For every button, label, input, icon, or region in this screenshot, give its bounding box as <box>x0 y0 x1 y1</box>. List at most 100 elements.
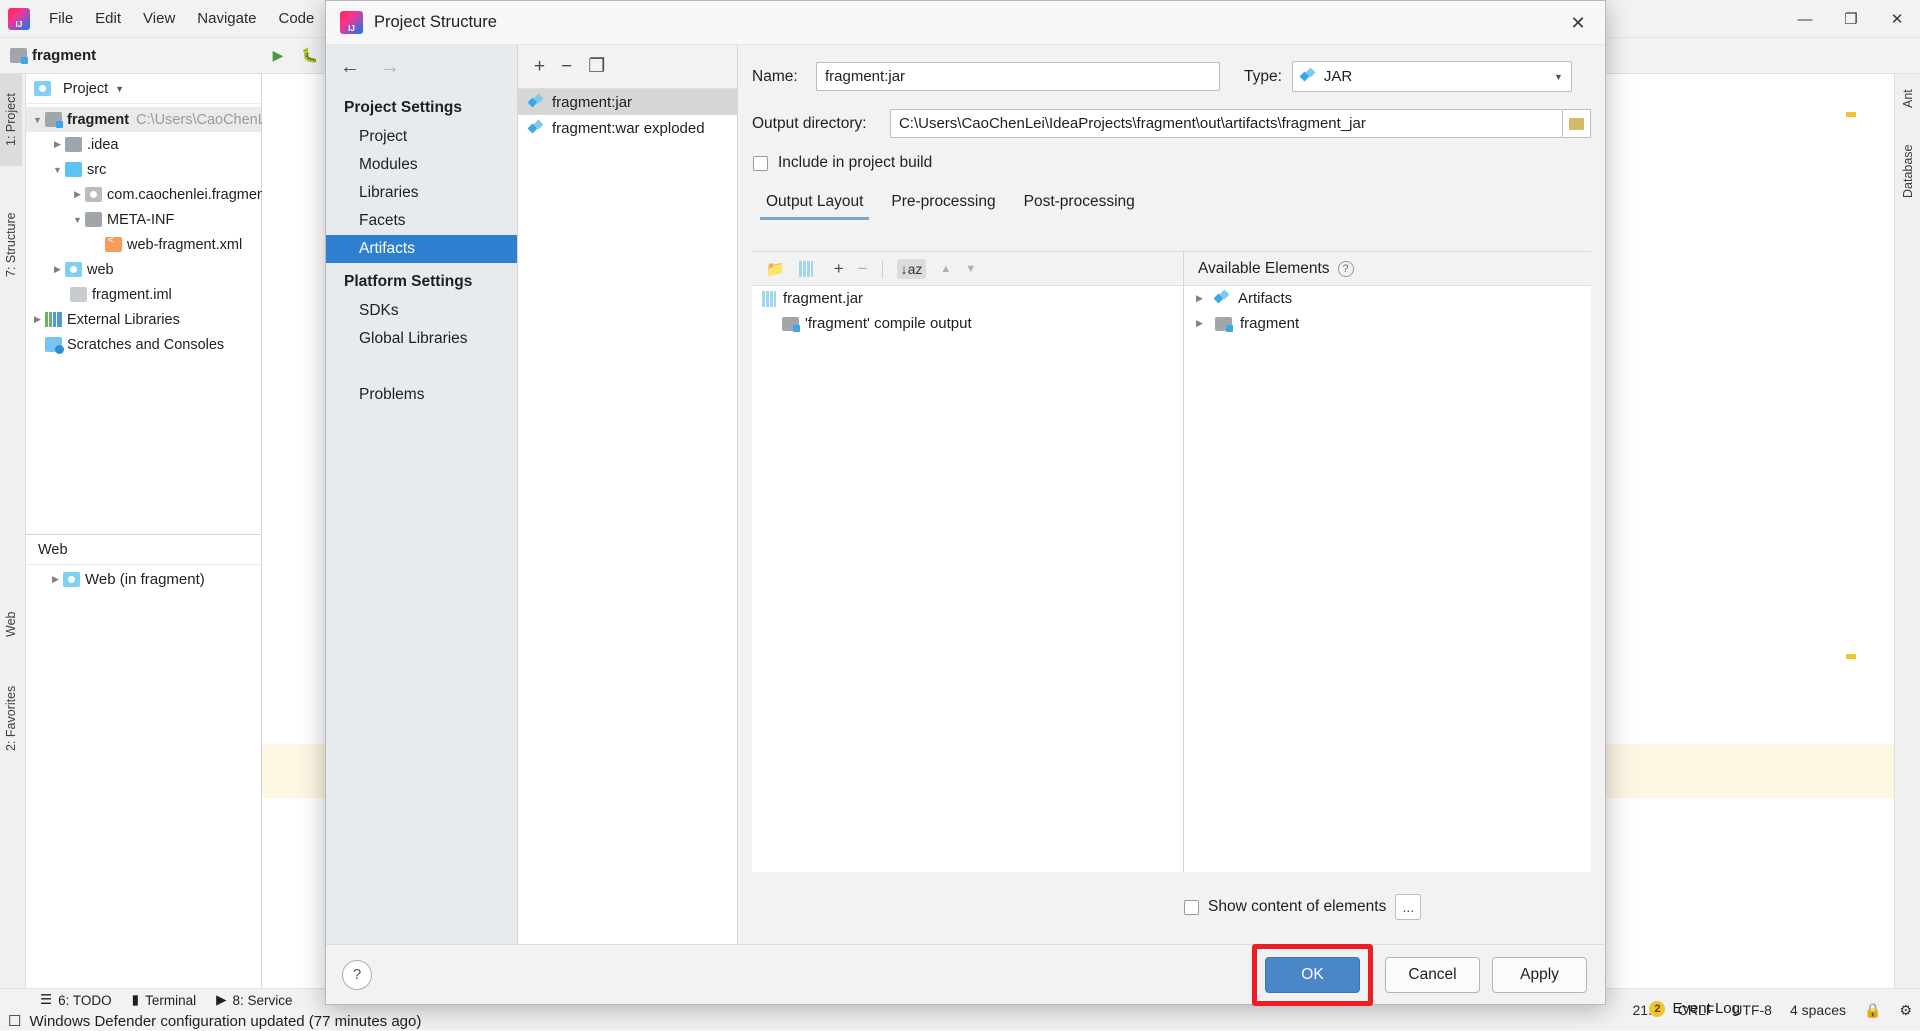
expand-arrow-icon[interactable]: ▶ <box>50 139 65 150</box>
tree-row-web[interactable]: ▶ web <box>26 257 261 282</box>
output-tree-row-jar[interactable]: fragment.jar <box>752 286 1183 311</box>
show-content-options-button[interactable]: ... <box>1395 894 1422 920</box>
dialog-close-button[interactable]: ✕ <box>1551 1 1605 45</box>
move-up-icon[interactable]: ▲ <box>940 263 951 275</box>
inspections-icon[interactable]: ⚙ <box>1899 1002 1912 1019</box>
tree-row-idea[interactable]: ▶ .idea <box>26 132 261 157</box>
tab-pre-processing[interactable]: Pre-processing <box>877 188 1009 220</box>
expand-arrow-icon[interactable]: ▶ <box>48 574 63 585</box>
marker-warning-icon[interactable] <box>1846 112 1856 117</box>
nav-item-global-libraries[interactable]: Global Libraries <box>326 325 517 353</box>
show-content-checkbox[interactable] <box>1184 899 1199 915</box>
expand-arrow-icon[interactable]: ▶ <box>70 189 85 200</box>
help-button[interactable]: ? <box>342 959 372 990</box>
tree-row-scratches[interactable]: Scratches and Consoles <box>26 332 261 357</box>
sidebar-item-favorites[interactable]: 2: Favorites <box>0 668 22 768</box>
tree-row-iml[interactable]: fragment.iml <box>26 282 261 307</box>
nav-item-facets[interactable]: Facets <box>326 207 517 235</box>
status-terminal-button[interactable]: ▮ Terminal <box>132 992 196 1008</box>
output-tree-row-compile-output[interactable]: 'fragment' compile output <box>752 311 1183 336</box>
close-icon[interactable]: ✕ <box>1874 0 1920 38</box>
include-in-build-checkbox[interactable] <box>753 155 768 171</box>
apply-button[interactable]: Apply <box>1492 956 1587 993</box>
available-tree-label: Artifacts <box>1238 290 1293 307</box>
remove-icon[interactable]: − <box>858 259 868 279</box>
expand-arrow-icon[interactable]: ▶ <box>50 264 65 275</box>
tree-row-metainf[interactable]: ▼ META-INF <box>26 207 261 232</box>
editor-marker-strip[interactable] <box>1846 74 1856 988</box>
nav-item-modules[interactable]: Modules <box>326 151 517 179</box>
chevron-down-icon[interactable]: ▼ <box>1554 72 1563 82</box>
status-todo-button[interactable]: ☰ 6: TODO <box>40 992 112 1008</box>
tab-output-layout[interactable]: Output Layout <box>752 188 877 220</box>
tab-post-processing[interactable]: Post-processing <box>1010 188 1149 220</box>
tree-row-webfragment-xml[interactable]: web-fragment.xml <box>26 232 261 257</box>
debug-icon[interactable]: 🐛 <box>297 44 323 68</box>
expand-arrow-icon[interactable]: ▶ <box>30 314 45 325</box>
status-services-button[interactable]: ▶ 8: Service <box>216 992 292 1008</box>
artifact-label: fragment:war exploded <box>552 119 705 137</box>
show-content-row[interactable]: Show content of elements ... <box>1184 894 1422 920</box>
web-list-item[interactable]: ▶ Web (in fragment) <box>26 565 261 590</box>
nav-item-project[interactable]: Project <box>326 123 517 151</box>
module-icon <box>10 48 28 64</box>
expand-arrow-icon[interactable]: ▼ <box>30 115 45 125</box>
sidebar-item-structure[interactable]: 7: Structure <box>0 192 22 298</box>
maximize-icon[interactable]: ❐ <box>1828 0 1874 38</box>
ok-button[interactable]: OK <box>1265 956 1360 993</box>
artifact-item-fragment-jar[interactable]: fragment:jar <box>518 89 737 115</box>
nav-item-problems[interactable]: Problems <box>326 381 517 409</box>
tree-row-external-libraries[interactable]: ▶ External Libraries <box>26 307 261 332</box>
nav-item-artifacts[interactable]: Artifacts <box>326 235 517 263</box>
show-content-label: Show content of elements <box>1208 898 1387 915</box>
module-icon <box>45 112 63 128</box>
tree-row-src[interactable]: ▼ src <box>26 157 261 182</box>
nav-item-libraries[interactable]: Libraries <box>326 179 517 207</box>
tree-row-package[interactable]: ▶ com.caochenlei.fragment <box>26 182 269 207</box>
help-icon[interactable]: ? <box>1337 260 1354 277</box>
menu-view[interactable]: View <box>132 6 186 31</box>
menu-edit[interactable]: Edit <box>84 6 132 31</box>
expand-arrow-icon[interactable]: ▼ <box>50 165 65 175</box>
copy-artifact-icon[interactable]: ❐ <box>588 55 605 78</box>
artifact-item-fragment-war-exploded[interactable]: fragment:war exploded <box>518 115 737 141</box>
run-icon[interactable]: ▶ <box>265 44 291 68</box>
include-in-build-row[interactable]: Include in project build <box>752 154 1591 172</box>
project-view-header[interactable]: Project ▼ <box>26 74 261 104</box>
forward-arrow-icon[interactable]: → <box>380 56 400 79</box>
available-tree-row-artifacts[interactable]: ▶ Artifacts <box>1184 286 1591 311</box>
minimize-icon[interactable]: — <box>1782 0 1828 38</box>
expand-arrow-icon[interactable]: ▼ <box>70 215 85 225</box>
expand-arrow-icon[interactable]: ▶ <box>1192 293 1207 304</box>
nav-item-sdks[interactable]: SDKs <box>326 297 517 325</box>
status-indent[interactable]: 4 spaces <box>1790 1002 1846 1018</box>
sidebar-item-database[interactable]: Database <box>1897 132 1919 210</box>
sort-az-icon[interactable]: ↓az <box>896 258 927 279</box>
remove-artifact-icon[interactable]: − <box>561 56 572 78</box>
back-arrow-icon[interactable]: ← <box>340 56 360 79</box>
move-down-icon[interactable]: ▼ <box>965 263 976 275</box>
expand-arrow-icon[interactable]: ▶ <box>1192 318 1207 329</box>
output-directory-input[interactable]: C:\Users\CaoChenLei\IdeaProjects\fragmen… <box>889 109 1564 138</box>
add-archive-icon[interactable] <box>798 260 813 277</box>
type-select[interactable]: JAR ▼ <box>1291 61 1572 92</box>
add-icon[interactable]: + <box>834 259 844 279</box>
name-input[interactable]: fragment:jar <box>816 62 1220 91</box>
tree-row-fragment[interactable]: ▼ fragment C:\Users\CaoChenLei\I <box>26 107 285 132</box>
sidebar-item-project[interactable]: 1: Project <box>0 74 22 166</box>
add-directory-icon[interactable]: 📁 <box>766 260 785 278</box>
menu-file[interactable]: File <box>38 6 84 31</box>
chevron-down-icon[interactable]: ▼ <box>115 84 124 94</box>
lock-icon[interactable]: 🔒 <box>1864 1002 1881 1019</box>
menu-code[interactable]: Code <box>267 6 325 31</box>
marker-warning-icon[interactable] <box>1846 654 1856 659</box>
cancel-button[interactable]: Cancel <box>1385 956 1480 993</box>
add-artifact-icon[interactable]: + <box>534 56 545 78</box>
available-tree-row-fragment[interactable]: ▶ fragment <box>1184 311 1591 336</box>
browse-directory-button[interactable] <box>1563 109 1591 138</box>
sidebar-item-ant[interactable]: Ant <box>1897 80 1919 118</box>
event-log-button[interactable]: 2 Event Log <box>1649 1000 1740 1017</box>
sidebar-item-web[interactable]: Web <box>0 598 22 650</box>
name-label: Name: <box>752 67 798 85</box>
menu-navigate[interactable]: Navigate <box>186 6 267 31</box>
